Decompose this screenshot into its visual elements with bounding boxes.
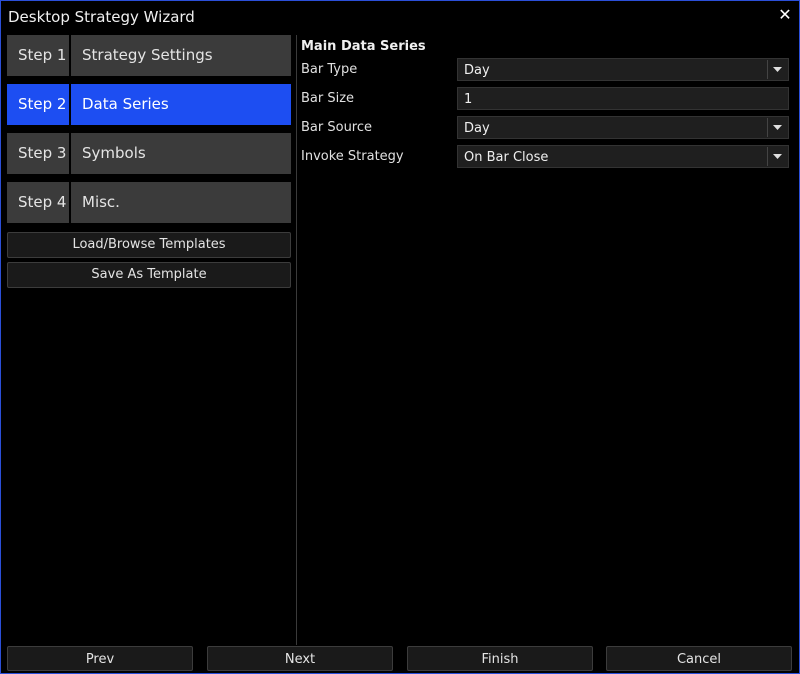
step-item-3[interactable]: Step 3 Symbols xyxy=(7,133,291,174)
chevron-down-icon[interactable] xyxy=(767,147,787,166)
section-title: Main Data Series xyxy=(301,39,426,54)
step-item-2[interactable]: Step 2 Data Series xyxy=(7,84,291,125)
wizard-window: Desktop Strategy Wizard ✕ Step 1 Strateg… xyxy=(0,0,800,674)
step-label: Symbols xyxy=(71,133,291,174)
step-label: Misc. xyxy=(71,182,291,223)
title-bar: Desktop Strategy Wizard ✕ xyxy=(1,1,799,33)
step-list: Step 1 Strategy Settings Step 2 Data Ser… xyxy=(7,35,291,231)
invoke-strategy-value: On Bar Close xyxy=(464,150,549,165)
bar-source-select[interactable]: Day xyxy=(457,116,789,139)
load-templates-button[interactable]: Load/Browse Templates xyxy=(7,232,291,258)
step-item-1[interactable]: Step 1 Strategy Settings xyxy=(7,35,291,76)
window-title: Desktop Strategy Wizard xyxy=(8,8,195,26)
invoke-strategy-label: Invoke Strategy xyxy=(301,149,404,164)
bar-type-select[interactable]: Day xyxy=(457,58,789,81)
step-number: Step 4 xyxy=(7,182,69,223)
panel-divider xyxy=(296,35,297,645)
invoke-strategy-select[interactable]: On Bar Close xyxy=(457,145,789,168)
bar-type-label: Bar Type xyxy=(301,62,358,77)
finish-button[interactable]: Finish xyxy=(407,646,593,671)
save-template-button[interactable]: Save As Template xyxy=(7,262,291,288)
bar-size-value: 1 xyxy=(464,92,473,107)
bar-source-row: Bar Source Day xyxy=(301,116,791,140)
cancel-button[interactable]: Cancel xyxy=(606,646,792,671)
invoke-strategy-row: Invoke Strategy On Bar Close xyxy=(301,145,791,169)
next-button[interactable]: Next xyxy=(207,646,393,671)
bar-source-value: Day xyxy=(464,121,490,136)
chevron-down-icon[interactable] xyxy=(767,118,787,137)
chevron-down-icon[interactable] xyxy=(767,60,787,79)
step-label: Data Series xyxy=(71,84,291,125)
bar-type-row: Bar Type Day xyxy=(301,58,791,82)
bar-size-row: Bar Size 1 xyxy=(301,87,791,111)
step-number: Step 1 xyxy=(7,35,69,76)
close-icon[interactable]: ✕ xyxy=(777,7,793,23)
step-label: Strategy Settings xyxy=(71,35,291,76)
step-number: Step 2 xyxy=(7,84,69,125)
step-number: Step 3 xyxy=(7,133,69,174)
prev-button[interactable]: Prev xyxy=(7,646,193,671)
bar-size-label: Bar Size xyxy=(301,91,355,106)
bar-type-value: Day xyxy=(464,63,490,78)
bar-size-input[interactable]: 1 xyxy=(457,87,789,110)
bar-source-label: Bar Source xyxy=(301,120,373,135)
step-item-4[interactable]: Step 4 Misc. xyxy=(7,182,291,223)
